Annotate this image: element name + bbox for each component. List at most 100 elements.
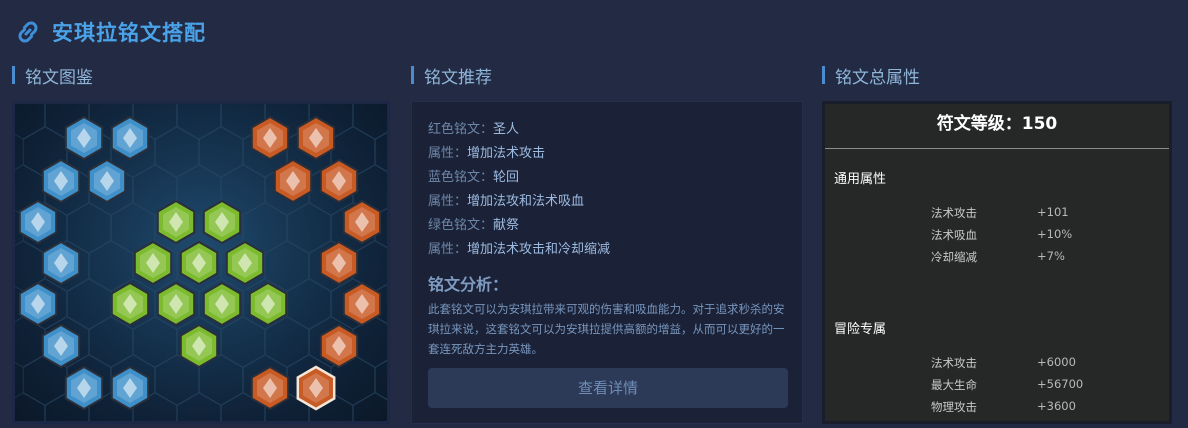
green-rune-icon[interactable] [248, 281, 288, 327]
green-rune-icon[interactable] [179, 323, 219, 369]
recommend-row-red: 红色铭文：圣人 [428, 118, 786, 142]
stat-row: 物理攻击 +3600 [931, 399, 1076, 415]
row-value: 轮回 [493, 170, 520, 185]
board-grid-cell [352, 316, 387, 368]
row-value: 圣人 [493, 122, 520, 137]
board-grid-cell [286, 202, 332, 254]
analysis-text: 此套铭文可以为安琪拉带来可观的伤害和吸血能力。对于追求秒杀的安琪拉来说，这套铭文… [428, 302, 785, 356]
red-rune-icon[interactable] [342, 199, 382, 245]
rune-board [12, 101, 390, 424]
green-rune-icon[interactable] [225, 240, 265, 286]
board-grid-cell [176, 104, 222, 140]
board-grid-cell [220, 316, 266, 368]
board-grid-cell [88, 240, 134, 292]
red-rune-icon[interactable] [296, 115, 336, 161]
board-grid-cell [198, 126, 244, 178]
totals-panel: 符文等级：150 通用属性 法术攻击 +101 法术吸血 +10% 冷却缩减 +… [822, 101, 1172, 424]
blue-rune-icon[interactable] [110, 115, 150, 161]
section-title-totals: 铭文总属性 [822, 64, 920, 88]
row-value: 献祭 [493, 218, 520, 233]
blue-rune-icon[interactable] [64, 115, 104, 161]
section-title-recommend: 铭文推荐 [411, 64, 492, 88]
board-grid-cell [15, 392, 46, 421]
board-grid-cell [352, 392, 387, 421]
row-label: 属性： [428, 194, 468, 209]
red-rune-icon[interactable] [250, 115, 290, 161]
rune-level: 符文等级：150 [825, 104, 1169, 149]
board-grid-cell [176, 392, 222, 421]
board-grid-cell [132, 316, 178, 368]
row-label: 绿色铭文： [428, 218, 494, 233]
board-grid-cell [154, 126, 200, 178]
board-grid-cell [66, 278, 112, 330]
board-grid-cell [352, 240, 387, 292]
board-grid-cell [374, 132, 387, 172]
green-rune-icon[interactable] [202, 199, 242, 245]
section-title-gallery: 铭文图鉴 [12, 64, 93, 88]
board-grid-cell [264, 240, 310, 292]
red-rune-icon[interactable] [319, 240, 359, 286]
row-value: 增加法攻和法术吸血 [467, 194, 585, 209]
red-rune-icon[interactable] [342, 281, 382, 327]
green-rune-icon[interactable] [179, 240, 219, 286]
stat-value: +7% [1037, 249, 1065, 263]
section-bar [12, 66, 15, 84]
recommend-panel: 红色铭文：圣人 属性：增加法术攻击 蓝色铭文：轮回 属性：增加法攻和法术吸血 绿… [411, 101, 803, 424]
blue-rune-icon[interactable] [41, 323, 81, 369]
green-rune-icon[interactable] [202, 281, 242, 327]
blue-rune-icon[interactable] [110, 365, 150, 411]
red-rune-icon[interactable] [250, 365, 290, 411]
rune-board-graphic [15, 104, 387, 421]
section-label: 铭文图鉴 [25, 67, 93, 88]
stat-name: 冷却缩减 [931, 250, 977, 264]
blue-rune-icon[interactable] [87, 158, 127, 204]
stat-name: 法术攻击 [931, 206, 977, 220]
stat-value: +10% [1037, 227, 1073, 241]
red-rune-icon[interactable] [319, 323, 359, 369]
row-value: 增加法术攻击和冷却缩减 [467, 242, 611, 257]
stat-row: 法术攻击 +6000 [931, 355, 1076, 371]
stat-row: 冷却缩减 +7% [931, 249, 1065, 265]
recommend-row-blue: 蓝色铭文：轮回 [428, 166, 786, 190]
board-grid-cell [352, 104, 387, 140]
page-title: 安琪拉铭文搭配 [52, 21, 206, 45]
section-bar [411, 66, 414, 84]
recommend-row-green-attr: 属性：增加法术攻击和冷却缩减 [428, 238, 786, 262]
row-value: 增加法术攻击 [467, 146, 546, 161]
green-rune-icon[interactable] [110, 281, 150, 327]
board-grid-cell [286, 278, 332, 330]
green-rune-icon[interactable] [156, 281, 196, 327]
green-rune-icon[interactable] [156, 199, 196, 245]
recommend-row-green: 绿色铭文：献祭 [428, 214, 786, 238]
general-attributes-title: 通用属性 [834, 172, 887, 187]
view-details-button[interactable]: 查看详情 [428, 368, 788, 408]
stat-name: 法术吸血 [931, 228, 977, 242]
blue-rune-icon[interactable] [41, 240, 81, 286]
section-label: 铭文推荐 [424, 67, 492, 88]
page-header: 安琪拉铭文搭配 [12, 14, 206, 50]
red-rune-icon[interactable] [319, 158, 359, 204]
blue-rune-icon[interactable] [18, 199, 58, 245]
analysis-title: 铭文分析： [428, 275, 509, 294]
row-label: 属性： [428, 242, 468, 257]
stat-name: 最大生命 [931, 378, 977, 392]
link-icon [18, 21, 38, 43]
blue-rune-icon[interactable] [64, 365, 104, 411]
blue-rune-icon[interactable] [41, 158, 81, 204]
stat-value: +6000 [1037, 355, 1076, 369]
board-grid-cell [15, 104, 46, 140]
board-grid-cell [88, 316, 134, 368]
stat-name: 法术攻击 [931, 356, 977, 370]
recommend-row-blue-attr: 属性：增加法攻和法术吸血 [428, 190, 786, 214]
red-rune-icon[interactable] [296, 365, 336, 411]
recommend-row-red-attr: 属性：增加法术攻击 [428, 142, 786, 166]
red-rune-icon[interactable] [273, 158, 313, 204]
board-grid-cell [264, 316, 310, 368]
row-label: 属性： [428, 146, 468, 161]
stat-name: 物理攻击 [931, 400, 977, 414]
green-rune-icon[interactable] [133, 240, 173, 286]
stat-row: 法术吸血 +10% [931, 227, 1072, 243]
stat-row: 法术攻击 +101 [931, 205, 1069, 221]
stat-value: +101 [1037, 205, 1069, 219]
blue-rune-icon[interactable] [18, 281, 58, 327]
